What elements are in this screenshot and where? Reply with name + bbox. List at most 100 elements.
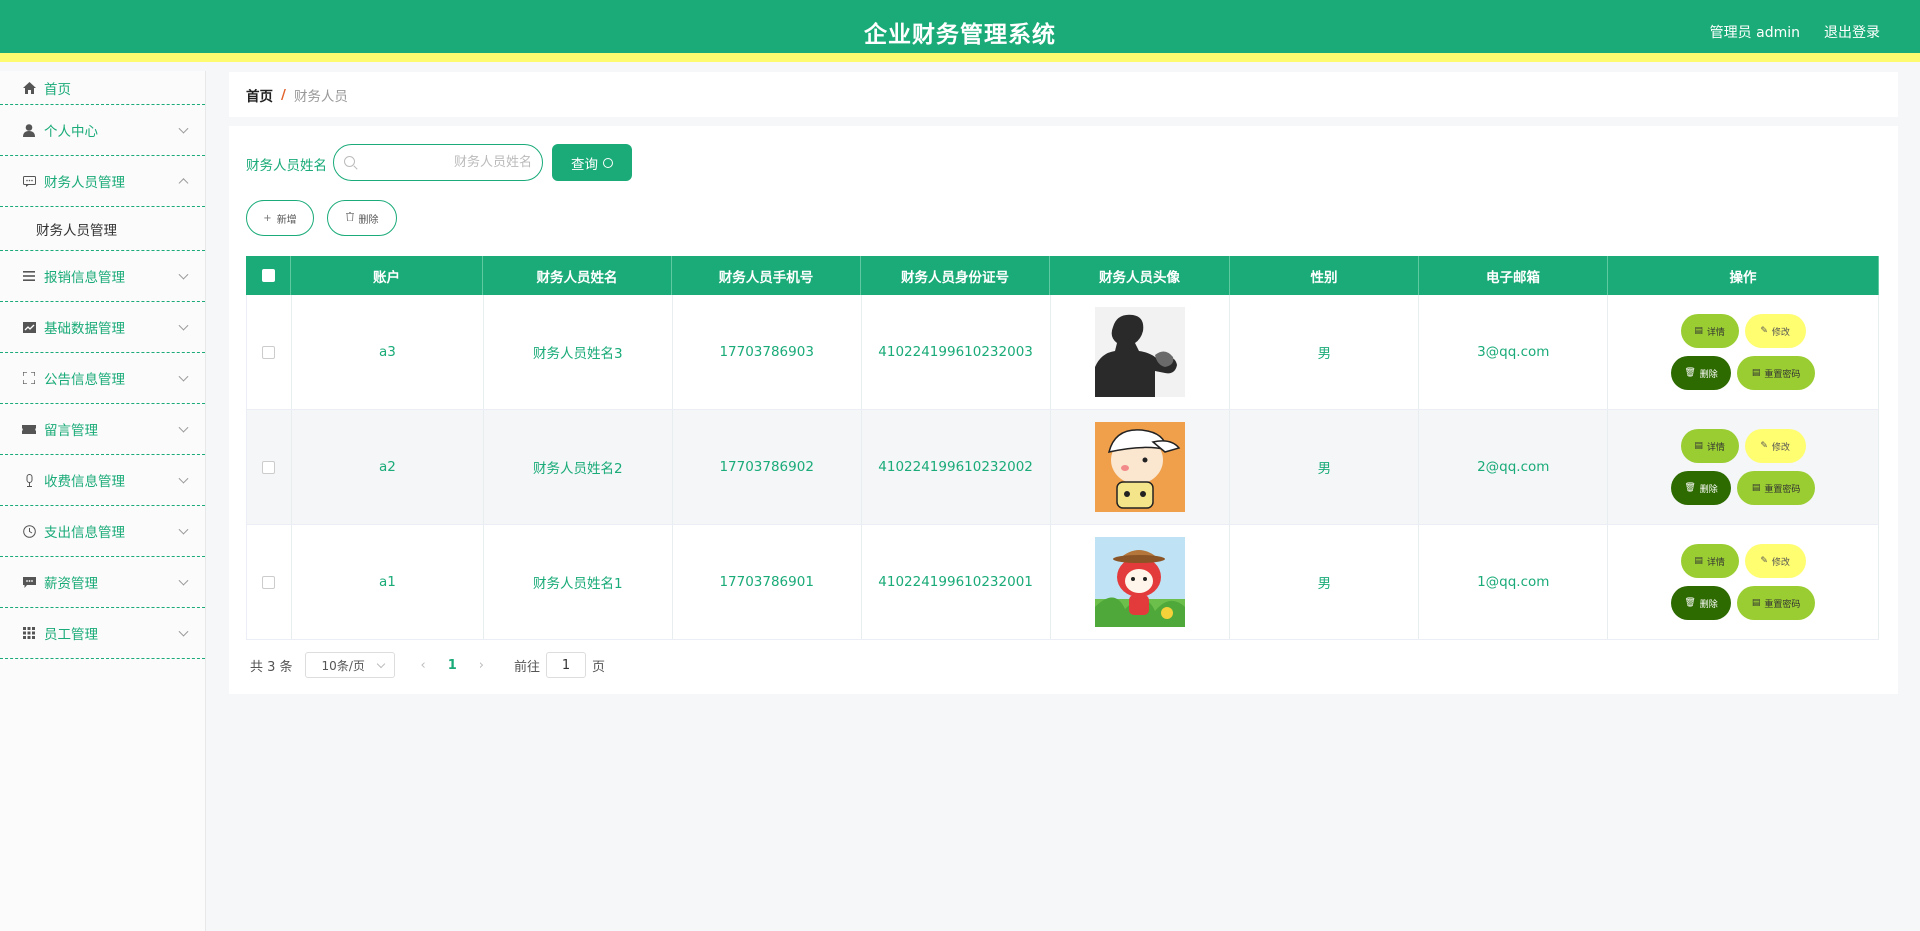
sidebar-item-finance-staff[interactable]: 财务人员管理 bbox=[0, 156, 205, 207]
reset-password-button[interactable]: ▤ 重置密码 bbox=[1737, 586, 1816, 620]
pagination-total: 共 3 条 bbox=[250, 659, 293, 675]
cell-gender: 男 bbox=[1230, 295, 1420, 409]
add-button-label: 新增 bbox=[276, 214, 297, 226]
cell-email: 3@qq.com bbox=[1419, 295, 1609, 409]
edit-icon: ✎ bbox=[1760, 326, 1768, 336]
sidebar-item-label: 留言管理 bbox=[44, 423, 98, 439]
add-button[interactable]: + 新增 bbox=[246, 200, 314, 236]
column-header: 财务人员手机号 bbox=[672, 256, 861, 295]
document-icon: ▤ bbox=[1694, 441, 1703, 451]
sidebar-item-employees[interactable]: 员工管理 bbox=[0, 608, 205, 659]
document-icon: ▤ bbox=[1694, 556, 1703, 566]
breadcrumb-current: 财务人员 bbox=[293, 88, 348, 105]
clock-icon bbox=[22, 524, 36, 538]
row-checkbox[interactable] bbox=[262, 575, 276, 589]
cell-id-card: 410224199610232003 bbox=[862, 295, 1051, 409]
cell-email: 1@qq.com bbox=[1419, 525, 1609, 639]
delete-label: 删除 bbox=[1699, 599, 1718, 610]
reset-label: 重置密码 bbox=[1764, 484, 1801, 495]
data-table: 账户 财务人员姓名 财务人员手机号 财务人员身份证号 财务人员头像 性别 电子邮… bbox=[246, 256, 1880, 640]
search-input[interactable] bbox=[362, 145, 532, 180]
search-button[interactable]: 查询 bbox=[552, 144, 632, 181]
edit-button[interactable]: ✎ 修改 bbox=[1744, 429, 1806, 463]
main-content: 财务人员姓名 查询 + 新增 删除 账户 财务人员姓名 财务人员手机号 财务人员… bbox=[229, 126, 1898, 694]
sidebar-item-label: 收费信息管理 bbox=[44, 474, 125, 490]
pagination: 共 3 条 10条/页 ‹ 1 › 前往 页 bbox=[250, 652, 605, 678]
trash-icon: 🗑 bbox=[1684, 598, 1696, 608]
sidebar-item-fees[interactable]: 收费信息管理 bbox=[0, 455, 205, 506]
breadcrumb-separator: / bbox=[281, 86, 286, 103]
breadcrumb-home[interactable]: 首页 bbox=[246, 85, 273, 105]
column-header: 电子邮箱 bbox=[1419, 256, 1608, 295]
top-header: 企业财务管理系统 管理员 admin 退出登录 bbox=[0, 0, 1920, 62]
delete-button[interactable]: 🗑 删除 bbox=[1671, 586, 1732, 620]
row-actions: ▤ 详情 ✎ 修改 🗑 删除 ▤ 重置密码 bbox=[1663, 544, 1823, 620]
search-icon bbox=[603, 157, 613, 168]
page-number-current[interactable]: 1 bbox=[448, 658, 457, 673]
app-title: 企业财务管理系统 bbox=[864, 22, 1056, 48]
document-icon: ▤ bbox=[1751, 368, 1761, 378]
page-suffix-label: 页 bbox=[592, 659, 606, 675]
column-header: 性别 bbox=[1230, 256, 1419, 295]
column-header: 财务人员姓名 bbox=[483, 256, 672, 295]
cell-account: a1 bbox=[292, 525, 484, 639]
sidebar-item-home[interactable]: 首页 bbox=[0, 71, 205, 105]
detail-button[interactable]: ▤ 详情 bbox=[1680, 544, 1739, 578]
cell-id-card: 410224199610232002 bbox=[862, 410, 1051, 524]
chevron-down-icon bbox=[178, 422, 189, 433]
reset-label: 重置密码 bbox=[1764, 599, 1801, 610]
column-header: 操作 bbox=[1608, 256, 1879, 295]
delete-label: 删除 bbox=[1699, 484, 1718, 495]
home-icon bbox=[22, 81, 36, 95]
batch-delete-button[interactable]: 删除 bbox=[327, 200, 397, 236]
delete-button[interactable]: 🗑 删除 bbox=[1671, 471, 1732, 505]
avatar bbox=[1094, 422, 1185, 512]
column-header: 财务人员身份证号 bbox=[861, 256, 1050, 295]
chat-icon bbox=[22, 174, 36, 188]
chevron-down-icon bbox=[178, 524, 189, 535]
detail-label: 详情 bbox=[1706, 327, 1725, 338]
sidebar-item-announcements[interactable]: 公告信息管理 bbox=[0, 353, 205, 404]
logout-link[interactable]: 退出登录 bbox=[1824, 22, 1880, 42]
avatar bbox=[1094, 537, 1185, 627]
reset-password-button[interactable]: ▤ 重置密码 bbox=[1737, 356, 1816, 390]
row-checkbox[interactable] bbox=[262, 345, 276, 359]
sidebar-item-messages[interactable]: 留言管理 bbox=[0, 404, 205, 455]
chevron-right-icon[interactable]: › bbox=[479, 658, 484, 673]
row-checkbox[interactable] bbox=[262, 460, 276, 474]
trash-icon bbox=[345, 212, 354, 224]
delete-button[interactable]: 🗑 删除 bbox=[1671, 356, 1732, 390]
detail-button[interactable]: ▤ 详情 bbox=[1680, 429, 1739, 463]
sidebar-subitem-finance-staff-manage[interactable]: 财务人员管理 bbox=[0, 207, 205, 251]
sidebar: 首页 个人中心 财务人员管理 财务人员管理 报销信息管理 基础数据管理 公告信息… bbox=[0, 71, 206, 931]
sidebar-item-profile[interactable]: 个人中心 bbox=[0, 105, 205, 156]
sidebar-item-label: 报销信息管理 bbox=[44, 270, 125, 286]
detail-button[interactable]: ▤ 详情 bbox=[1680, 314, 1739, 348]
search-icon bbox=[344, 156, 355, 167]
sidebar-item-expenses[interactable]: 支出信息管理 bbox=[0, 506, 205, 557]
page-size-select[interactable]: 10条/页 bbox=[304, 652, 395, 678]
sidebar-item-basic-data[interactable]: 基础数据管理 bbox=[0, 302, 205, 353]
select-all-checkbox[interactable] bbox=[261, 269, 275, 282]
search-field[interactable] bbox=[333, 144, 543, 181]
table-row: a3 财务人员姓名3 17703786903 41022419961023200… bbox=[246, 295, 1880, 410]
trash-icon: 🗑 bbox=[1684, 368, 1696, 378]
document-icon: ▤ bbox=[1751, 483, 1761, 493]
reset-password-button[interactable]: ▤ 重置密码 bbox=[1737, 471, 1816, 505]
sidebar-item-reimbursement[interactable]: 报销信息管理 bbox=[0, 251, 205, 302]
plus-icon: + bbox=[263, 212, 272, 224]
edit-label: 修改 bbox=[1771, 442, 1790, 453]
chevron-left-icon[interactable]: ‹ bbox=[421, 658, 426, 673]
chevron-down-icon bbox=[178, 575, 189, 586]
sidebar-item-salary[interactable]: 薪资管理 bbox=[0, 557, 205, 608]
chevron-up-icon bbox=[178, 178, 189, 189]
row-actions: ▤ 详情 ✎ 修改 🗑 删除 ▤ 重置密码 bbox=[1663, 429, 1823, 505]
edit-button[interactable]: ✎ 修改 bbox=[1744, 544, 1806, 578]
sidebar-item-label: 基础数据管理 bbox=[44, 321, 125, 337]
chevron-down-icon bbox=[178, 320, 189, 331]
sidebar-item-label: 个人中心 bbox=[44, 124, 98, 140]
grid-icon bbox=[22, 626, 36, 640]
edit-button[interactable]: ✎ 修改 bbox=[1744, 314, 1806, 348]
goto-page-input[interactable] bbox=[546, 652, 587, 678]
chevron-down-icon bbox=[178, 371, 189, 382]
